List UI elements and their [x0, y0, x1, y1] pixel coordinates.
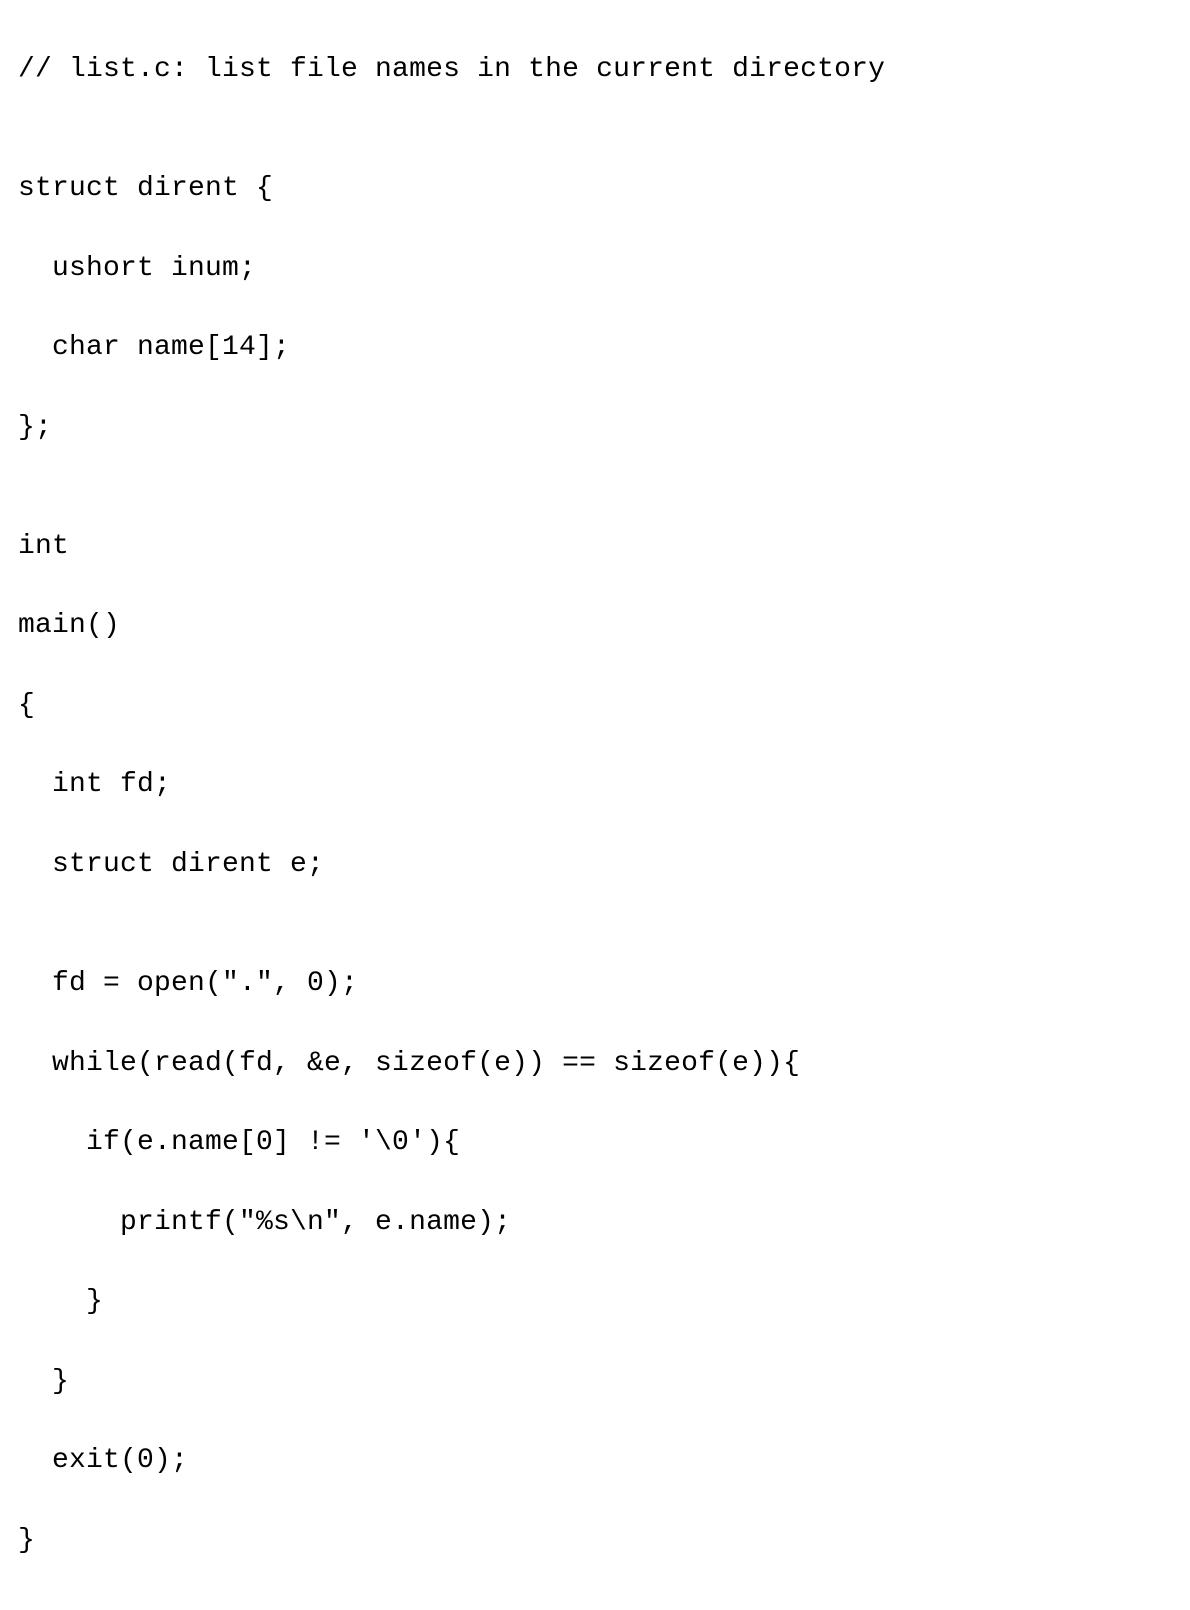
code-line: while(read(fd, &e, sizeof(e)) == sizeof(…	[18, 1044, 1172, 1084]
code-line: char name[14];	[18, 328, 1172, 368]
code-line: if(e.name[0] != '\0'){	[18, 1123, 1172, 1163]
code-line: fd = open(".", 0);	[18, 964, 1172, 1004]
code-line: struct dirent {	[18, 169, 1172, 209]
code-line: printf("%s\n", e.name);	[18, 1203, 1172, 1243]
code-line: exit(0);	[18, 1441, 1172, 1481]
code-line: int	[18, 527, 1172, 567]
code-line: // list.c: list file names in the curren…	[18, 50, 1172, 90]
code-line: main()	[18, 606, 1172, 646]
code-block: // list.c: list file names in the curren…	[0, 0, 1190, 1610]
code-line: struct dirent e;	[18, 845, 1172, 885]
code-line: }	[18, 1362, 1172, 1402]
code-line: int fd;	[18, 765, 1172, 805]
code-line: {	[18, 686, 1172, 726]
code-line: }	[18, 1521, 1172, 1561]
code-line: ushort inum;	[18, 249, 1172, 289]
code-line: };	[18, 408, 1172, 448]
code-line: }	[18, 1282, 1172, 1322]
